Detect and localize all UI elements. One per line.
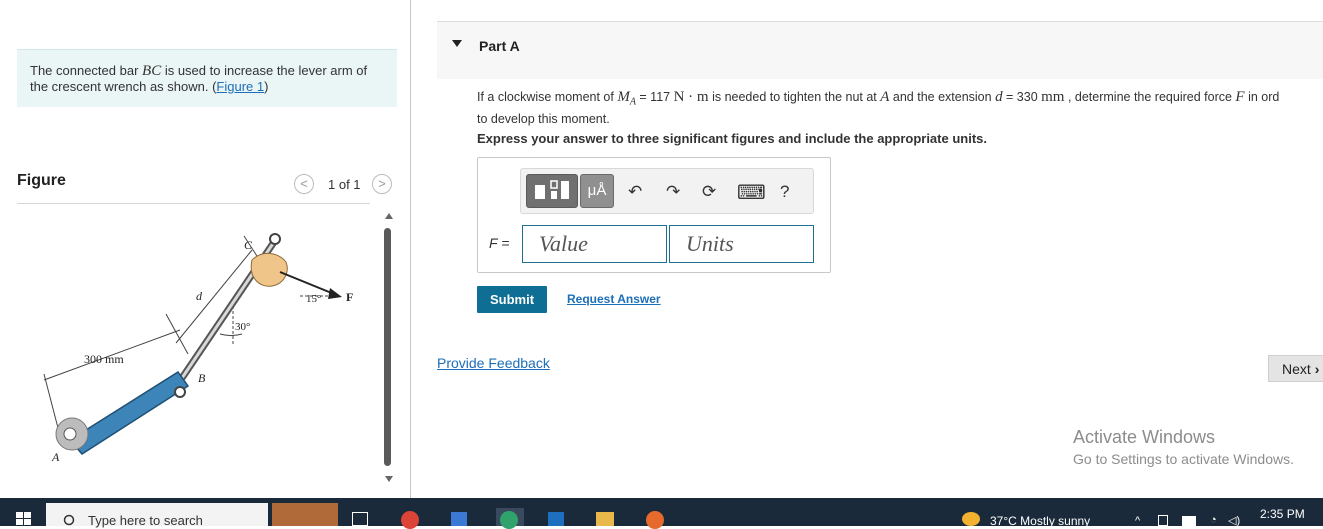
submit-button[interactable]: Submit (477, 286, 547, 313)
task-view-icon[interactable] (352, 512, 368, 526)
q-text-3: is needed to tighten the nut at (708, 90, 881, 104)
wrench-handle (68, 370, 190, 455)
q-var-d: d (995, 89, 1003, 105)
label-d: d (196, 289, 203, 303)
redo-icon[interactable]: ↷ (666, 182, 680, 202)
q-text-5: = 330 (1002, 90, 1042, 104)
help-icon[interactable]: ? (780, 182, 789, 202)
part-header[interactable] (437, 21, 1323, 79)
label-a: A (51, 450, 60, 464)
undo-icon[interactable]: ↶ (628, 182, 642, 202)
firefox-icon[interactable] (646, 511, 664, 529)
tray-app-icon[interactable] (1158, 515, 1168, 526)
figure-prev-button[interactable]: < (294, 174, 314, 194)
templates-button[interactable] (526, 174, 578, 208)
reset-icon[interactable]: ⟳ (702, 182, 716, 202)
tray-chevron-icon[interactable]: ^ (1135, 515, 1140, 527)
collapse-caret-icon[interactable] (452, 40, 462, 48)
search-icon (63, 514, 75, 526)
part-title: Part A (479, 38, 520, 54)
taskbar-clock[interactable]: 2:35 PM (1260, 507, 1305, 521)
weather-icon (962, 512, 980, 526)
force-line (279, 271, 335, 295)
request-answer-link[interactable]: Request Answer (567, 292, 661, 306)
q-text-7: in ord (1244, 90, 1280, 104)
templates-icon (535, 180, 569, 199)
search-highlight-image (272, 503, 338, 526)
figure-counter: 1 of 1 (328, 177, 361, 192)
intro-text: The connected bar (30, 63, 143, 78)
scroll-thumb[interactable] (384, 228, 391, 466)
label-300mm: 300 mm (84, 352, 124, 366)
figure-divider (17, 203, 370, 204)
label-angle-15: 15° (306, 293, 321, 305)
label-c: C (244, 238, 253, 252)
windows-start-icon[interactable] (16, 512, 32, 526)
next-label: Next (1282, 361, 1311, 377)
q-text-1: If a clockwise moment of (477, 90, 618, 104)
next-button[interactable]: Next › (1268, 355, 1323, 382)
pin-c (269, 233, 281, 245)
edge-icon[interactable] (500, 511, 518, 529)
wrench-figure: C d 15° F 30° 300 mm B A (43, 233, 353, 464)
q-text-2: = 117 (635, 90, 674, 104)
force-arrowhead (328, 288, 342, 299)
q-text-6: , determine the required force (1064, 90, 1236, 104)
provide-feedback-link[interactable]: Provide Feedback (437, 355, 550, 371)
intro-var-bc: BC (142, 63, 162, 79)
outlook-icon[interactable] (548, 512, 564, 526)
units-button[interactable]: μÅ (580, 174, 614, 208)
intro-close: ) (264, 79, 269, 94)
question-text: If a clockwise moment of MA = 117 N · m … (477, 89, 1323, 127)
label-force-f: F (346, 290, 353, 304)
hand-illustration (250, 253, 288, 287)
pin-b (174, 386, 186, 398)
units-input[interactable]: Units (669, 225, 814, 263)
q-text-4: and the extension (889, 90, 996, 104)
file-explorer-icon[interactable] (596, 512, 614, 526)
activate-windows-title: Activate Windows (1073, 427, 1216, 447)
scroll-down-arrow[interactable] (385, 476, 393, 482)
label-angle-30: 30° (235, 321, 250, 333)
nut-a (63, 427, 77, 441)
q-unit-nm: N · m (673, 89, 709, 105)
answer-instruction: Express your answer to three significant… (477, 131, 987, 146)
wifi-icon[interactable]: ◔ (1210, 514, 1217, 526)
problem-intro: The connected bar BC is used to increase… (17, 49, 397, 107)
q-text-line2: to develop this moment. (477, 111, 610, 126)
figure-next-button[interactable]: > (372, 174, 392, 194)
chevron-right-icon: › (1314, 361, 1320, 377)
figure-link[interactable]: Figure 1 (216, 79, 264, 94)
figure-title: Figure (17, 172, 66, 189)
q-unit-mm: mm (1041, 89, 1065, 105)
value-input[interactable]: Value (522, 225, 667, 263)
activate-windows-subtitle: Go to Settings to activate Windows. (1073, 451, 1294, 467)
volume-icon[interactable]: ◁) (1228, 514, 1240, 527)
q-var-f: F (1235, 89, 1245, 105)
keyboard-icon[interactable]: ⌨ (737, 180, 766, 205)
label-b: B (198, 371, 206, 385)
store-icon[interactable] (451, 512, 467, 526)
chrome-icon[interactable] (401, 511, 419, 529)
battery-icon[interactable] (1182, 516, 1196, 526)
scroll-up-arrow[interactable] (385, 213, 393, 219)
q-var-m: M (617, 89, 630, 105)
answer-label: F = (489, 235, 510, 251)
